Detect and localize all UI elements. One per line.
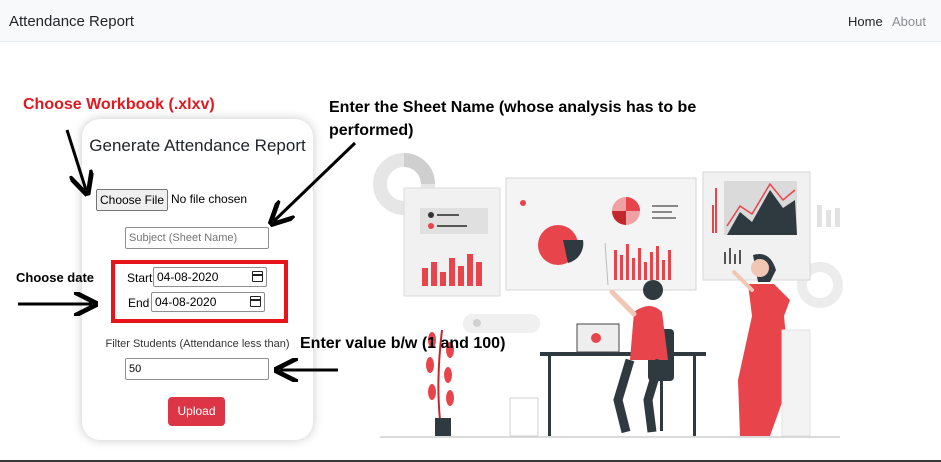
annotation-arrows [18, 129, 357, 462]
arrow-icon [274, 141, 357, 221]
arrow-icon [65, 129, 86, 190]
